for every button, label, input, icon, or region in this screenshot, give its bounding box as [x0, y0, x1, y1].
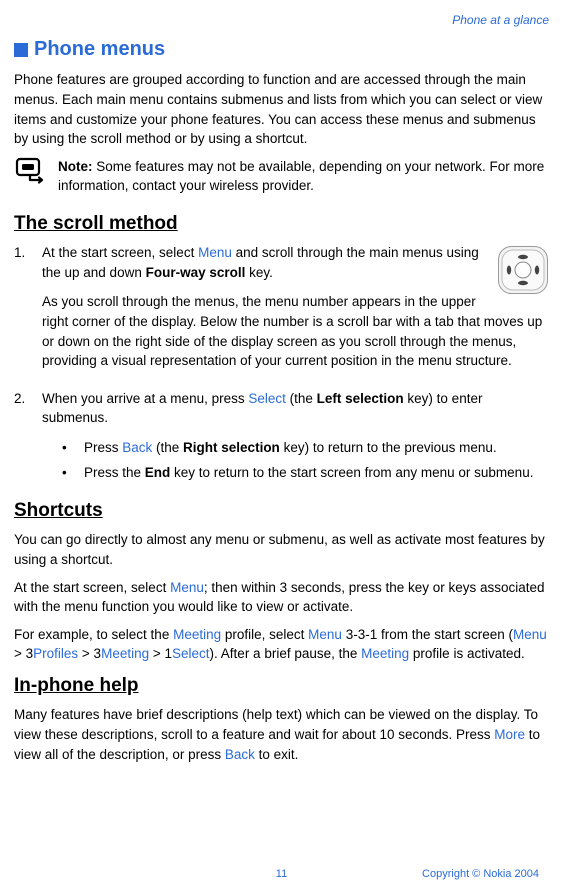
note-body: Some features may not be available, depe…: [58, 159, 544, 194]
page-title: Phone menus: [14, 35, 549, 64]
menu-link: Menu: [198, 245, 232, 260]
help-p1: Many features have brief descriptions (h…: [14, 705, 549, 764]
note-label: Note:: [58, 159, 93, 174]
help-heading: In-phone help: [14, 672, 549, 700]
shortcuts-p1: You can go directly to almost any menu o…: [14, 530, 549, 569]
select-link: Select: [248, 391, 286, 406]
intro-paragraph: Phone features are grouped according to …: [14, 70, 549, 148]
four-way-scroll-icon: [497, 245, 549, 301]
step-number: 2.: [14, 389, 34, 489]
shortcuts-p2: At the start screen, select Menu; then w…: [14, 578, 549, 617]
note-block: Note: Some features may not be available…: [14, 157, 549, 196]
step1-p2: As you scroll through the menus, the men…: [42, 292, 549, 370]
scroll-step-1: 1. At the start screen, select Menu and …: [14, 243, 549, 380]
more-link: More: [494, 727, 525, 742]
bullet-back: • Press Back (the Right selection key) t…: [62, 438, 549, 458]
step2-p1: When you arrive at a menu, press Select …: [42, 389, 549, 428]
step1-p1: At the start screen, select Menu and scr…: [42, 243, 549, 282]
bullet-end: • Press the End key to return to the sta…: [62, 463, 549, 483]
note-icon: [14, 157, 46, 191]
note-text: Note: Some features may not be available…: [58, 157, 549, 196]
scroll-heading: The scroll method: [14, 210, 549, 238]
scroll-steps: 1. At the start screen, select Menu and …: [14, 243, 549, 489]
title-text: Phone menus: [34, 35, 165, 64]
scroll-step-2: 2. When you arrive at a menu, press Sele…: [14, 389, 549, 489]
back-link: Back: [122, 440, 152, 455]
shortcuts-heading: Shortcuts: [14, 497, 549, 525]
step-number: 1.: [14, 243, 34, 380]
back-link: Back: [225, 747, 255, 762]
title-bullet-icon: [14, 43, 28, 57]
shortcuts-p3: For example, to select the Meeting profi…: [14, 625, 549, 664]
header-section-name: Phone at a glance: [14, 12, 549, 29]
